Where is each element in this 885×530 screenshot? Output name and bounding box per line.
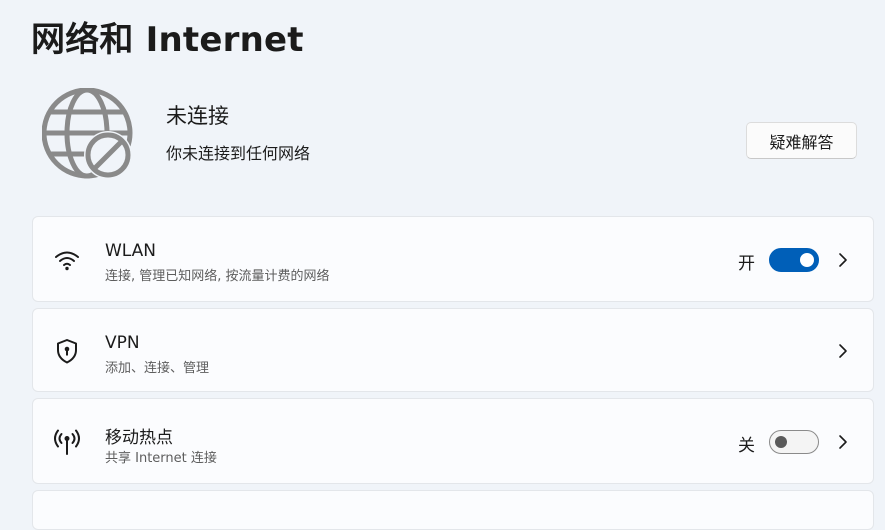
hotspot-toggle[interactable] [769, 430, 819, 454]
hotspot-subtitle: 共享 Internet 连接 [105, 451, 217, 466]
chevron-right-icon [839, 344, 847, 358]
status-text: 未连接 你未连接到任何网络 [166, 100, 310, 164]
page-title: 网络和 Internet [31, 20, 304, 60]
status-title: 未连接 [166, 104, 229, 128]
shield-icon [52, 336, 82, 366]
vpn-card[interactable]: VPN 添加、连接、管理 [32, 308, 874, 392]
toggle-knob [800, 253, 814, 267]
wlan-card[interactable]: WLAN 连接, 管理已知网络, 按流量计费的网络 开 [32, 216, 874, 302]
status-subtitle: 你未连接到任何网络 [166, 144, 311, 163]
globe-disconnected-icon [42, 88, 133, 179]
wlan-subtitle: 连接, 管理已知网络, 按流量计费的网络 [105, 269, 330, 284]
network-status-panel: 未连接 你未连接到任何网络 疑难解答 [42, 88, 857, 183]
mobile-hotspot-card[interactable]: 移动热点 共享 Internet 连接 关 [32, 398, 874, 484]
hotspot-icon [52, 427, 82, 457]
wlan-toggle-label: 开 [738, 254, 755, 274]
toggle-knob [775, 436, 787, 448]
hotspot-toggle-label: 关 [738, 436, 755, 456]
wlan-title: WLAN [105, 241, 157, 261]
hotspot-title: 移动热点 [105, 428, 173, 448]
chevron-right-icon [839, 253, 847, 267]
troubleshoot-button[interactable]: 疑难解答 [746, 122, 857, 159]
wifi-icon [52, 245, 82, 275]
chevron-right-icon [839, 435, 847, 449]
wlan-toggle[interactable] [769, 248, 819, 272]
vpn-title: VPN [105, 333, 140, 353]
next-card-partial[interactable] [32, 490, 874, 530]
vpn-subtitle: 添加、连接、管理 [105, 361, 210, 376]
